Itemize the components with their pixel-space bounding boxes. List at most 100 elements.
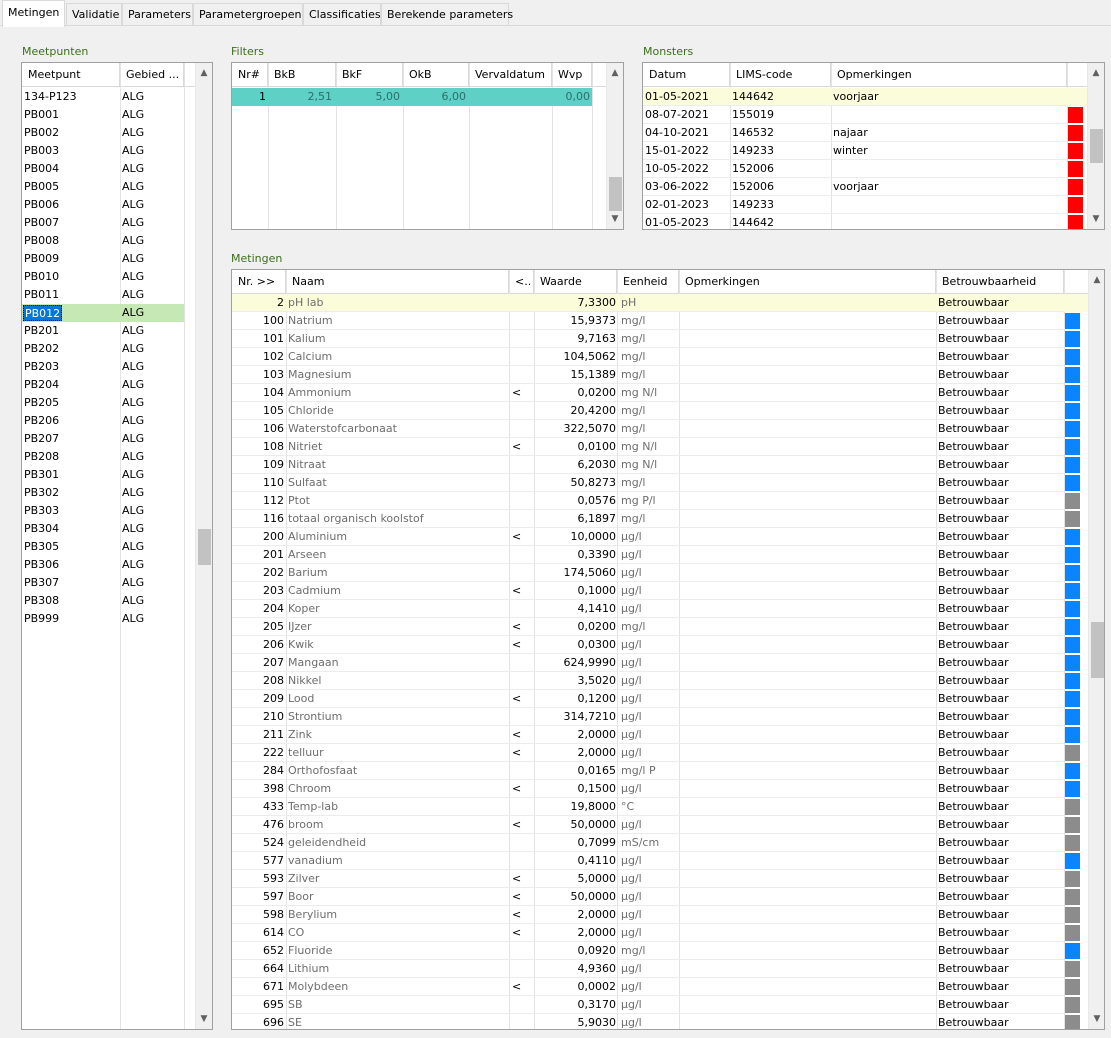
chevron-up-icon[interactable]: ▲ (607, 65, 623, 81)
scroll-thumb[interactable] (1090, 129, 1103, 163)
table-row[interactable]: 15-01-2022 149233 winter (643, 142, 1087, 160)
scroll-thumb[interactable] (198, 529, 211, 565)
table-row[interactable]: 598 Berylium <2,0000 µg/l Betrouwbaar (232, 906, 1088, 924)
table-row[interactable]: 103 Magnesium 15,1389 mg/l Betrouwbaar (232, 366, 1088, 384)
col-opmerkingen[interactable]: Opmerkingen (679, 270, 936, 294)
table-row[interactable]: 102 Calcium 104,5062 mg/l Betrouwbaar (232, 348, 1088, 366)
chevron-up-icon[interactable]: ▲ (1088, 65, 1104, 81)
table-row[interactable]: 433 Temp-lab 19,8000 °C Betrouwbaar (232, 798, 1088, 816)
list-item[interactable]: PB001 ALG (22, 106, 184, 124)
list-item[interactable]: PB208 ALG (22, 448, 184, 466)
table-row[interactable]: 398 Chroom <0,1500 µg/l Betrouwbaar (232, 780, 1088, 798)
table-row[interactable]: 105 Chloride 20,4200 mg/l Betrouwbaar (232, 402, 1088, 420)
table-row[interactable]: 01-05-2023 144642 (643, 214, 1087, 229)
list-item[interactable]: PB308 ALG (22, 592, 184, 610)
meetpunten-grid[interactable]: Meetpunt Gebied ... 134-P123 ALG PB001 ALG P… (21, 62, 213, 1030)
table-row[interactable]: 207 Mangaan 624,9990 µg/l Betrouwbaar (232, 654, 1088, 672)
list-item[interactable]: PB203 ALG (22, 358, 184, 376)
list-item[interactable]: PB205 ALG (22, 394, 184, 412)
table-row[interactable]: 614 CO <2,0000 µg/l Betrouwbaar (232, 924, 1088, 942)
table-row[interactable]: 112 Ptot 0,0576 mg P/l Betrouwbaar (232, 492, 1088, 510)
table-row[interactable]: 110 Sulfaat 50,8273 mg/l Betrouwbaar (232, 474, 1088, 492)
list-item[interactable]: PB010 ALG (22, 268, 184, 286)
table-row[interactable]: 664 Lithium 4,9360 µg/l Betrouwbaar (232, 960, 1088, 978)
table-row[interactable]: 01-05-2021 144642 voorjaar (643, 88, 1087, 106)
table-row[interactable]: 593 Zilver <5,0000 µg/l Betrouwbaar (232, 870, 1088, 888)
col-opmerkingen[interactable]: Opmerkingen (831, 63, 1067, 87)
table-row[interactable]: 203 Cadmium <0,1000 µg/l Betrouwbaar (232, 582, 1088, 600)
chevron-up-icon[interactable]: ▲ (196, 65, 212, 81)
chevron-down-icon[interactable]: ▼ (196, 1011, 212, 1027)
col-naam[interactable]: Naam (286, 270, 509, 294)
table-row[interactable]: 200 Aluminium <10,0000 µg/l Betrouwbaar (232, 528, 1088, 546)
list-item[interactable]: PB009 ALG (22, 250, 184, 268)
chevron-down-icon[interactable]: ▼ (607, 211, 623, 227)
list-item[interactable]: PB004 ALG (22, 160, 184, 178)
monsters-grid[interactable]: Datum LIMS-code Opmerkingen 01-05-2021 14… (642, 62, 1105, 230)
table-row[interactable]: 109 Nitraat 6,2030 mg N/l Betrouwbaar (232, 456, 1088, 474)
list-item[interactable]: PB003 ALG (22, 142, 184, 160)
tab-berekende-parameters[interactable]: Berekende parameters (381, 3, 513, 25)
table-row[interactable]: 08-07-2021 155019 (643, 106, 1087, 124)
table-row[interactable]: 204 Koper 4,1410 µg/l Betrouwbaar (232, 600, 1088, 618)
scroll-thumb[interactable] (1091, 622, 1104, 678)
table-row[interactable]: 577 vanadium 0,4110 µg/l Betrouwbaar (232, 852, 1088, 870)
table-row[interactable]: 209 Lood <0,1200 µg/l Betrouwbaar (232, 690, 1088, 708)
scroll-thumb[interactable] (609, 177, 622, 211)
table-row[interactable]: 1 2,51 5,00 6,00 0,00 (232, 88, 592, 106)
list-item[interactable]: PB006 ALG (22, 196, 184, 214)
col-nr-sort[interactable]: Nr. >> (232, 270, 286, 294)
table-row[interactable]: 106 Waterstofcarbonaat 322,5070 mg/l Betrouw… (232, 420, 1088, 438)
table-row[interactable]: 205 IJzer <0,0200 mg/l Betrouwbaar (232, 618, 1088, 636)
table-row[interactable]: 652 Fluoride 0,0920 mg/l Betrouwbaar (232, 942, 1088, 960)
table-row[interactable]: 210 Strontium 314,7210 µg/l Betrouwbaar (232, 708, 1088, 726)
list-item[interactable]: 134-P123 ALG (22, 88, 184, 106)
list-item[interactable]: PB207 ALG (22, 430, 184, 448)
tab-metingen[interactable]: Metingen (2, 0, 65, 27)
table-row[interactable]: 211 Zink <2,0000 µg/l Betrouwbaar (232, 726, 1088, 744)
chevron-down-icon[interactable]: ▼ (1088, 211, 1104, 227)
list-item[interactable]: PB201 ALG (22, 322, 184, 340)
list-item[interactable]: PB012 ALG (22, 304, 184, 322)
tab-parameters[interactable]: Parameters (122, 3, 193, 25)
filters-scrollbar[interactable]: ▲ ▼ (606, 63, 623, 229)
table-row[interactable]: 100 Natrium 15,9373 mg/l Betrouwbaar (232, 312, 1088, 330)
list-item[interactable]: PB005 ALG (22, 178, 184, 196)
list-item[interactable]: PB303 ALG (22, 502, 184, 520)
table-row[interactable]: 104 Ammonium <0,0200 mg N/l Betrouwbaar (232, 384, 1088, 402)
col-betrouwbaarheid[interactable]: Betrouwbaarheid (936, 270, 1064, 294)
list-item[interactable]: PB305 ALG (22, 538, 184, 556)
list-item[interactable]: PB011 ALG (22, 286, 184, 304)
monsters-scrollbar[interactable]: ▲ ▼ (1087, 63, 1104, 229)
metingen-scrollbar[interactable]: ▲ ▼ (1088, 270, 1104, 1029)
table-row[interactable]: 03-06-2022 152006 voorjaar (643, 178, 1087, 196)
list-item[interactable]: PB202 ALG (22, 340, 184, 358)
chevron-down-icon[interactable]: ▼ (1089, 1011, 1104, 1027)
col-wvp[interactable]: Wvp (552, 63, 592, 87)
list-item[interactable]: PB306 ALG (22, 556, 184, 574)
filters-grid[interactable]: Nr# BkB BkF OkB Vervaldatum Wvp 1 2,51 5… (231, 62, 624, 230)
table-row[interactable]: 597 Boor <50,0000 µg/l Betrouwbaar (232, 888, 1088, 906)
metingen-grid[interactable]: Nr. >> Naam <.. Waarde Eenheid Opmerking… (231, 269, 1105, 1030)
col-kleiner-dan[interactable]: <.. (509, 270, 534, 294)
table-row[interactable]: 206 Kwik <0,0300 µg/l Betrouwbaar (232, 636, 1088, 654)
chevron-up-icon[interactable]: ▲ (1089, 272, 1104, 288)
col-okb[interactable]: OkB (403, 63, 469, 87)
meetpunten-scrollbar[interactable]: ▲ ▼ (195, 63, 212, 1029)
table-row[interactable]: 101 Kalium 9,7163 mg/l Betrouwbaar (232, 330, 1088, 348)
col-meetpunt[interactable]: Meetpunt (22, 63, 120, 87)
col-waarde[interactable]: Waarde (534, 270, 617, 294)
list-item[interactable]: PB008 ALG (22, 232, 184, 250)
table-row[interactable]: 04-10-2021 146532 najaar (643, 124, 1087, 142)
list-item[interactable]: PB002 ALG (22, 124, 184, 142)
col-nr[interactable]: Nr# (232, 63, 268, 87)
list-item[interactable]: PB007 ALG (22, 214, 184, 232)
col-bkb[interactable]: BkB (268, 63, 336, 87)
list-item[interactable]: PB999 ALG (22, 610, 184, 628)
col-lims-code[interactable]: LIMS-code (730, 63, 831, 87)
table-row[interactable]: 201 Arseen 0,3390 µg/l Betrouwbaar (232, 546, 1088, 564)
table-row[interactable]: 2 pH lab 7,3300 pH Betrouwbaar (232, 294, 1088, 312)
col-eenheid[interactable]: Eenheid (617, 270, 679, 294)
table-row[interactable]: 02-01-2023 149233 (643, 196, 1087, 214)
table-row[interactable]: 116 totaal organisch koolstof 6,1897 mg/l Be… (232, 510, 1088, 528)
